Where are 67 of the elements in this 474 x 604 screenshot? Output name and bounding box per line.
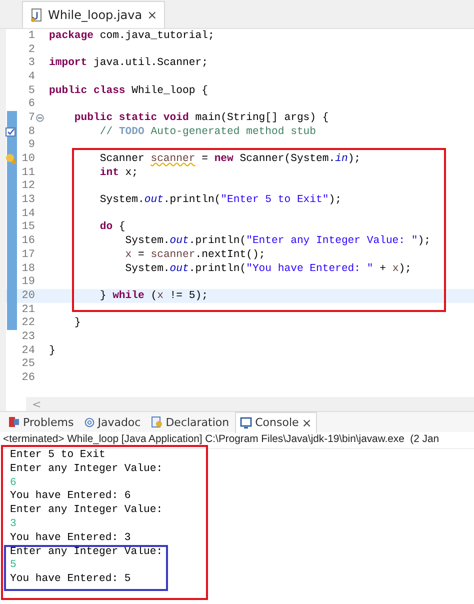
line-number: 16 [20, 235, 35, 248]
line-number: 5 [27, 84, 35, 97]
line-number: 10 [20, 153, 35, 166]
line-number: 1 [27, 30, 35, 42]
console-output: You have Entered: 5 [10, 573, 131, 587]
code-line: package com.java_tutorial; [49, 30, 214, 42]
task-icon [5, 126, 17, 138]
line-number: 4 [27, 70, 35, 83]
problems-icon [8, 416, 20, 428]
console-output: You have Entered: 3 [10, 532, 131, 546]
view-tab[interactable]: Javadoc [80, 412, 145, 432]
line-number: 21 [20, 304, 35, 316]
line-number: 22 [20, 317, 35, 330]
console-output: Enter any Integer Value: [10, 546, 163, 560]
line-number: 3 [27, 57, 35, 70]
console-output: Enter 5 to Exit [10, 449, 106, 463]
line-number: 15 [20, 221, 35, 234]
code-line: import java.util.Scanner; [49, 57, 208, 70]
warning-icon [5, 153, 17, 166]
code-line: System.out.println("Enter 5 to Exit"); [98, 194, 342, 206]
line-number: 13 [20, 194, 35, 206]
code-line: public class While_loop { [49, 84, 208, 97]
code-line: System.out.println("You have Entered: " + x); [124, 262, 412, 275]
line-number: 6 [27, 98, 35, 110]
code-line: int x; [98, 166, 138, 179]
code-line: System.out.println("Enter any Integer Value: "); [124, 235, 430, 248]
line-number: 12 [20, 180, 35, 192]
declaration-icon [150, 416, 163, 428]
line-number: 11 [20, 166, 35, 179]
view-tab[interactable]: Console × [235, 412, 317, 432]
collapse-icon[interactable] [36, 114, 44, 122]
line-number: 14 [20, 208, 35, 220]
console-output: Enter any Integer Value: [10, 462, 163, 477]
editor-tab[interactable]: While_loop.java × [22, 1, 166, 28]
line-number: 26 [20, 372, 35, 384]
at-sign-icon [84, 416, 95, 428]
console-output: Enter any Integer Value: [10, 504, 163, 518]
line-number: 17 [20, 248, 35, 261]
typed-value: 6 [10, 476, 16, 490]
line-number: 23 [20, 330, 35, 343]
typed-value: 3 [10, 518, 16, 532]
console-header: <terminated> While_loop [Java Application] C:\Program Files\Java\jdk-19\bin\javaw.exe (2 Jan [0, 432, 474, 449]
line-number: 9 [27, 139, 35, 152]
code-line: } while (x != 5); [98, 290, 208, 302]
view-tab[interactable]: Declaration [146, 412, 234, 432]
line-number: 25 [20, 358, 35, 370]
code-line: x = scanner.nextInt(); [124, 248, 266, 261]
close-icon[interactable]: × [147, 8, 158, 22]
code-line: } [73, 317, 81, 330]
line-number: 20 [20, 290, 35, 302]
code-line: // TODO Auto-generated method stub [98, 126, 316, 138]
code-line: do { [98, 221, 126, 234]
code-line: Scanner scanner = new Scanner(System.in); [98, 153, 361, 166]
console-icon [240, 416, 252, 428]
code-line: public static void main(String[] args) { [73, 112, 329, 124]
code-line: } [49, 344, 56, 357]
line-number: 7 [27, 112, 35, 124]
line-number: 19 [20, 276, 35, 288]
close-icon[interactable]: × [302, 416, 312, 430]
view-tab[interactable]: Problems [4, 412, 78, 432]
line-number: 8 [27, 126, 35, 138]
typed-value: 5 [10, 559, 16, 574]
line-number: 18 [20, 262, 35, 275]
java-file-icon [30, 8, 43, 22]
line-number: 24 [20, 344, 35, 357]
line-number: 2 [27, 44, 35, 56]
console-output: You have Entered: 6 [10, 490, 131, 504]
